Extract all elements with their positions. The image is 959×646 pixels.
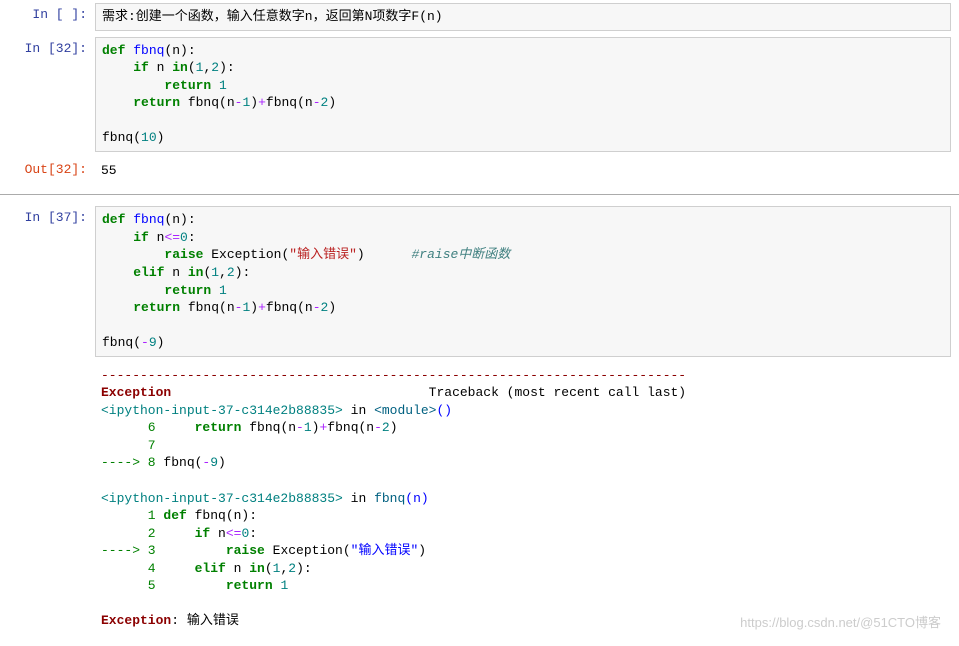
input-cell: In [ ]:需求:创建一个函数，输入任意数字n，返回第N项数字F(n): [0, 0, 959, 34]
cell-divider: [0, 194, 959, 195]
in-prompt: [0, 363, 95, 634]
in-prompt: In [ ]:: [0, 3, 95, 31]
input-cell: In [37]:def fbnq(n): if n<=0: raise Exce…: [0, 203, 959, 359]
in-prompt: In [37]:: [0, 206, 95, 356]
output-cell: Out[32]:55: [0, 155, 959, 187]
traceback-output: ----------------------------------------…: [95, 363, 959, 634]
output-text: 55: [95, 158, 959, 184]
input-cell: In [32]:def fbnq(n): if n in(1,2): retur…: [0, 34, 959, 155]
in-prompt: In [32]:: [0, 37, 95, 152]
code-input[interactable]: def fbnq(n): if n in(1,2): return 1 retu…: [95, 37, 951, 152]
code-input[interactable]: 需求:创建一个函数，输入任意数字n，返回第N项数字F(n): [95, 3, 951, 31]
code-input[interactable]: def fbnq(n): if n<=0: raise Exception("输…: [95, 206, 951, 356]
traceback-cell: ----------------------------------------…: [0, 360, 959, 637]
out-prompt: Out[32]:: [0, 158, 95, 184]
